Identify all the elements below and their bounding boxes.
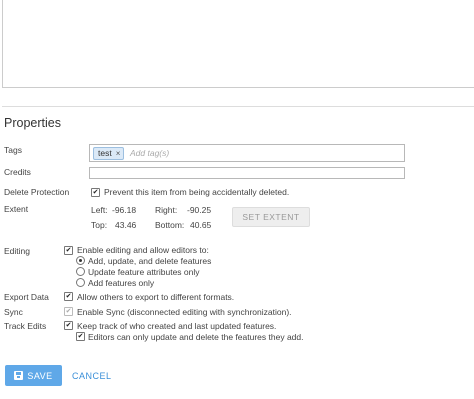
extent-bottom-value: 40.65 bbox=[190, 220, 212, 230]
extent-top-label: Top: bbox=[91, 220, 108, 230]
tag-chip: test × bbox=[93, 147, 125, 160]
delete-protection-text: Prevent this item from being accidentall… bbox=[104, 187, 290, 197]
extent-right-value: -90.25 bbox=[187, 205, 212, 215]
sync-label: Sync bbox=[4, 307, 23, 317]
extent-bottom-label: Bottom: bbox=[155, 220, 185, 230]
track-edits-checkbox[interactable] bbox=[64, 321, 73, 330]
save-button[interactable]: SAVE bbox=[5, 365, 62, 386]
track-edits-label: Track Edits bbox=[4, 321, 47, 331]
close-icon[interactable]: × bbox=[116, 148, 121, 159]
cancel-button[interactable]: CANCEL bbox=[72, 365, 112, 386]
tag-chip-label: test bbox=[98, 148, 112, 158]
extent-left-value: -96.18 bbox=[112, 205, 137, 215]
sync-text: Enable Sync (disconnected editing with s… bbox=[77, 307, 292, 317]
enable-editing-text: Enable editing and allow editors to: bbox=[77, 245, 209, 255]
edit-option-add-label: Add features only bbox=[88, 278, 155, 288]
edit-option-radio-add[interactable] bbox=[76, 278, 85, 287]
editors-own-features-text: Editors can only update and delete the f… bbox=[88, 332, 304, 342]
enable-editing-checkbox[interactable] bbox=[64, 246, 73, 255]
editors-own-features-checkbox[interactable] bbox=[76, 332, 85, 341]
edit-option-full-label: Add, update, and delete features bbox=[88, 256, 212, 266]
delete-protection-label: Delete Protection bbox=[4, 187, 70, 197]
credits-input[interactable] bbox=[89, 167, 405, 179]
export-data-checkbox[interactable] bbox=[64, 292, 73, 301]
sync-checkbox bbox=[64, 307, 73, 316]
edit-option-update-label: Update feature attributes only bbox=[88, 267, 200, 277]
credits-label: Credits bbox=[4, 167, 31, 177]
description-textarea[interactable] bbox=[2, 0, 474, 88]
edit-option-radio-update[interactable] bbox=[76, 267, 85, 276]
tags-label: Tags bbox=[4, 145, 22, 155]
extent-label: Extent bbox=[4, 204, 29, 214]
save-button-label: SAVE bbox=[27, 370, 53, 381]
edit-option-radio-full[interactable] bbox=[76, 256, 85, 265]
export-data-label: Export Data bbox=[4, 292, 49, 302]
floppy-disk-icon bbox=[14, 371, 24, 380]
tags-placeholder: Add tag(s) bbox=[130, 148, 170, 158]
set-extent-button[interactable]: SET EXTENT bbox=[232, 207, 310, 227]
extent-right-label: Right: bbox=[155, 205, 178, 215]
editing-label: Editing bbox=[4, 246, 30, 256]
section-divider bbox=[2, 106, 474, 107]
extent-left-label: Left: bbox=[91, 205, 108, 215]
section-title: Properties bbox=[4, 116, 61, 130]
delete-protection-checkbox[interactable] bbox=[91, 188, 100, 197]
export-data-text: Allow others to export to different form… bbox=[77, 292, 235, 302]
track-edits-text: Keep track of who created and last updat… bbox=[77, 321, 277, 331]
extent-top-value: 43.46 bbox=[115, 220, 137, 230]
tags-input[interactable]: test × Add tag(s) bbox=[89, 144, 405, 162]
